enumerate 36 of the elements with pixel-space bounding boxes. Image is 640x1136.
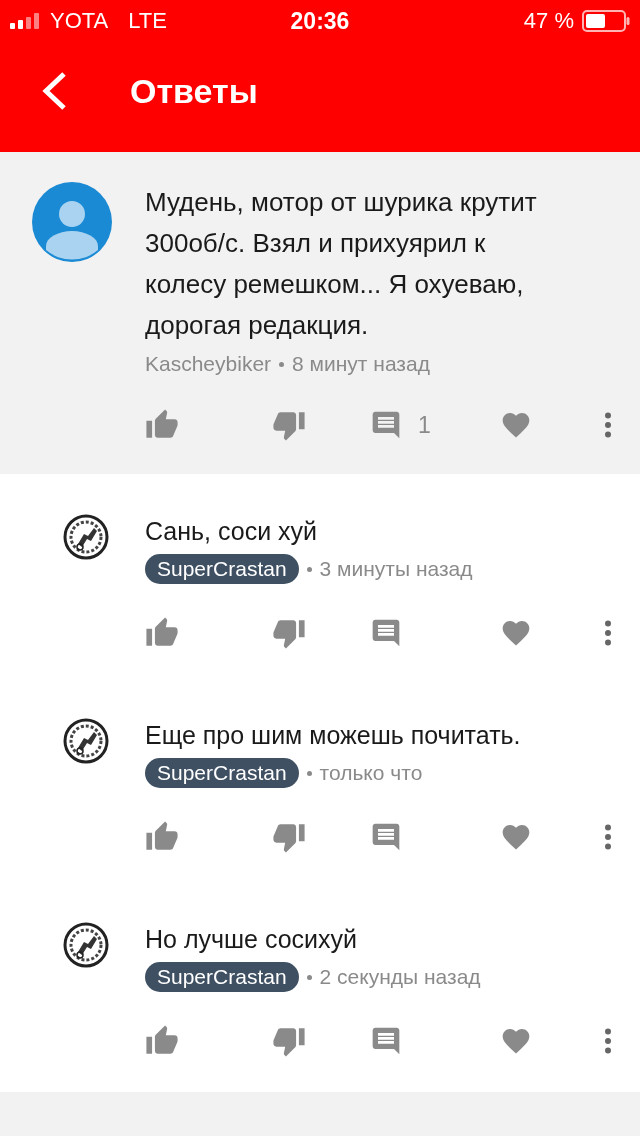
- signal-icon: [10, 13, 42, 29]
- avatar[interactable]: [63, 718, 109, 764]
- back-icon: [40, 71, 68, 111]
- back-button[interactable]: [40, 71, 68, 111]
- comment-text: Сань, соси хуй: [145, 516, 319, 547]
- more-button[interactable]: [604, 412, 612, 438]
- network-type: LTE: [128, 8, 167, 34]
- more-button[interactable]: [604, 824, 612, 850]
- separator-dot: [306, 974, 312, 980]
- comment-text: Мудень, мотор от шурика крутит 300об/с. Взял и прихуярил к колесу ремешком... Я охуеваю, дорогая редакция.: [145, 186, 538, 342]
- page-title: Ответы: [130, 71, 258, 111]
- reply-count: 1: [418, 411, 431, 439]
- avatar[interactable]: [63, 922, 109, 968]
- separator-dot: [306, 770, 312, 776]
- more-icon: [604, 620, 612, 646]
- clock: 20:36: [290, 7, 350, 35]
- more-button[interactable]: [604, 1028, 612, 1054]
- more-icon: [604, 1028, 612, 1054]
- comment-time: 3 минуты назад: [319, 557, 473, 581]
- more-button[interactable]: [604, 620, 612, 646]
- author-name[interactable]: SuperCrastan: [145, 758, 299, 788]
- more-icon: [604, 824, 612, 850]
- comment-time: только что: [319, 761, 423, 785]
- avatar[interactable]: [63, 514, 109, 560]
- comment-time: 2 секунды назад: [319, 965, 481, 989]
- author-name[interactable]: SuperCrastan: [145, 962, 299, 992]
- separator-dot: [306, 566, 312, 572]
- battery-icon: [582, 10, 630, 32]
- comment-text: Еще про шим можешь почитать.: [145, 720, 522, 751]
- battery-percent: 47 %: [523, 8, 574, 34]
- carrier-name: YOTA: [50, 8, 109, 34]
- more-icon: [604, 412, 612, 438]
- comment-time: 8 минут назад: [292, 352, 430, 376]
- separator-dot: [279, 361, 285, 367]
- author-name[interactable]: SuperCrastan: [145, 554, 299, 584]
- comment-text: Но лучше сосихуй: [145, 924, 359, 955]
